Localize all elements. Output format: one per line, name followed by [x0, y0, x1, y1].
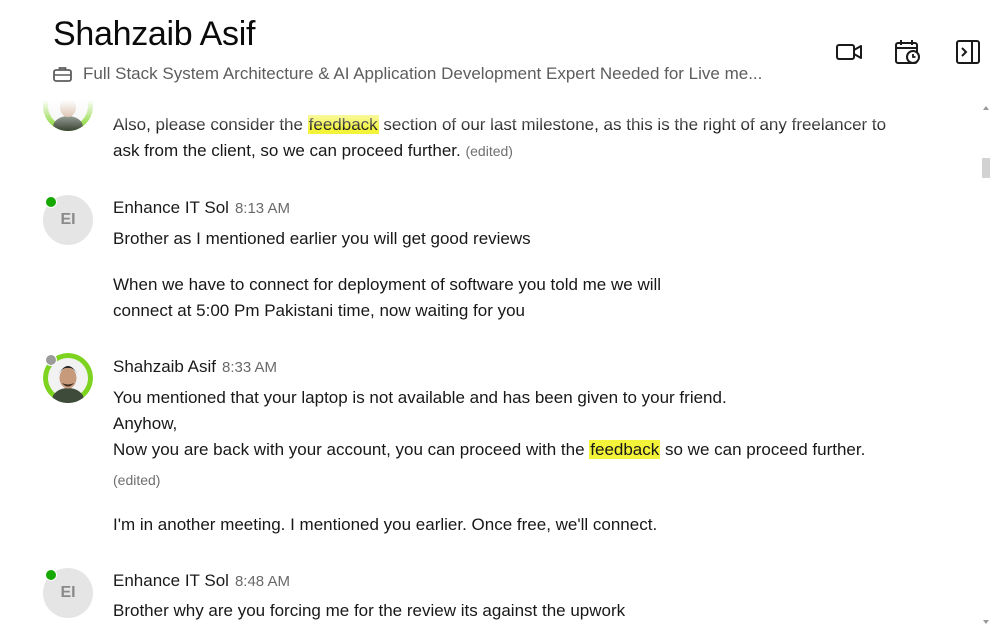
message-text: Anyhow, [113, 414, 178, 433]
search-highlight: feedback [307, 115, 379, 134]
briefcase-icon [53, 67, 72, 82]
message-text: Brother why are you forcing me for the r… [113, 601, 626, 620]
panel-toggle-icon[interactable] [954, 38, 982, 66]
schedule-icon[interactable] [894, 38, 922, 66]
edited-label: (edited) [113, 472, 161, 488]
author-row: Enhance IT Sol 8:48 AM [113, 571, 290, 591]
message-time: 8:33 AM [222, 359, 278, 376]
message-text: Now you are back with your account, you … [113, 440, 866, 459]
edited-label: (edited) [465, 143, 513, 159]
message-time: 8:48 AM [234, 573, 290, 590]
author-row: Enhance IT Sol 8:13 AM [113, 198, 290, 218]
chat-header: Shahzaib Asif Full Stack System Architec… [0, 0, 993, 100]
scroll-down-arrow-icon[interactable] [982, 619, 990, 625]
author-name[interactable]: Enhance IT Sol [113, 571, 229, 590]
message-text: Also, please consider the feedback secti… [113, 115, 887, 134]
author-name[interactable]: Shahzaib Asif [113, 357, 216, 376]
message-time: 8:13 AM [234, 200, 290, 217]
online-status-dot [45, 196, 57, 208]
job-title: Full Stack System Architecture & AI Appl… [83, 64, 763, 83]
contact-name[interactable]: Shahzaib Asif [53, 15, 255, 54]
search-highlight: feedback [589, 440, 661, 459]
scrollbar[interactable] [979, 100, 993, 631]
scrollbar-thumb[interactable] [982, 158, 990, 178]
message-text: connect at 5:00 Pm Pakistani time, now w… [113, 301, 525, 320]
scroll-up-arrow-icon[interactable] [982, 105, 990, 111]
author-row: Shahzaib Asif 8:33 AM [113, 357, 277, 377]
message-text: I'm in another meeting. I mentioned you … [113, 515, 658, 534]
author-name[interactable]: Enhance IT Sol [113, 198, 229, 217]
message-text: Brother as I mentioned earlier you will … [113, 229, 531, 248]
message-text: When we have to connect for deployment o… [113, 275, 662, 294]
video-icon[interactable] [835, 38, 863, 66]
message-text: You mentioned that your laptop is not av… [113, 388, 727, 407]
online-status-dot [45, 569, 57, 581]
message-text: ask from the client, so we can proceed f… [113, 141, 513, 160]
message-meta: (edited) [113, 470, 160, 490]
offline-status-dot [45, 354, 57, 366]
